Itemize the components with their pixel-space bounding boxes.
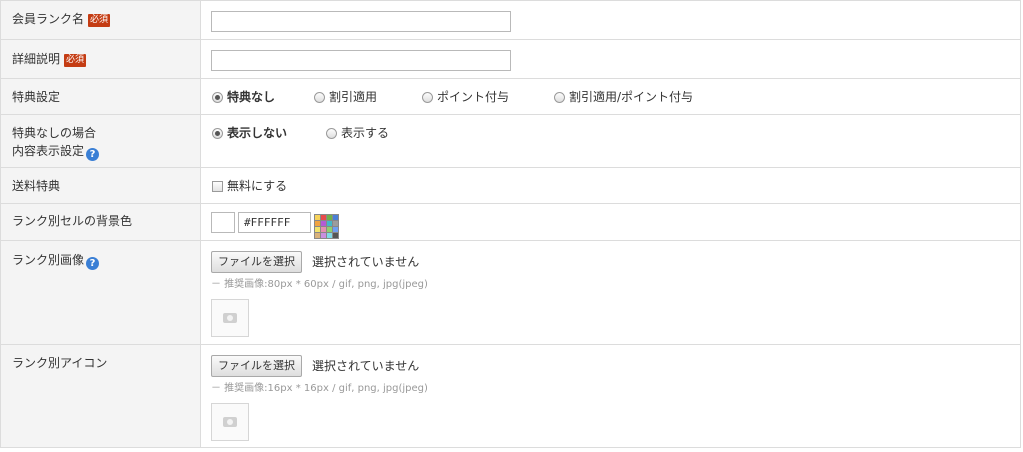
radio-button[interactable] — [314, 91, 325, 103]
choose-file-button[interactable]: ファイルを選択 — [211, 355, 302, 377]
file-status: 選択されていません — [312, 255, 420, 269]
color-palette-icon[interactable] — [314, 214, 339, 239]
rank-image-label: ランク別画像? — [12, 253, 100, 270]
benefit-option-discount-points[interactable]: 割引適用/ポイント付与 — [554, 90, 693, 104]
row-label-cell: ランク別セルの背景色 — [1, 204, 201, 240]
row-label-cell: ランク別アイコン — [1, 345, 201, 447]
radio-label: 割引適用/ポイント付与 — [569, 90, 694, 104]
row-value-cell: 特典なし 割引適用 ポイント付与 割引適用/ポイント付与 — [202, 79, 1020, 114]
palette-cell — [321, 233, 326, 238]
cell-bg-label: ランク別セルの背景色 — [12, 214, 133, 228]
palette-cell — [315, 233, 320, 238]
row-value-cell: ファイルを選択 選択されていません － 推奨画像:80px * 60px / g… — [202, 241, 1020, 344]
row-label-cell: ランク別画像? — [1, 241, 201, 344]
free-shipping-checkbox[interactable]: 無料にする — [212, 179, 287, 193]
color-hex-input[interactable]: #FFFFFF — [238, 212, 311, 233]
display-option-show[interactable]: 表示する — [326, 126, 389, 140]
row-label-cell: 特典設定 — [1, 79, 201, 114]
row-rank-image: ランク別画像? ファイルを選択 選択されていません － 推奨画像:80px * … — [1, 241, 1020, 345]
shipping-label: 送料特典 — [12, 179, 61, 193]
image-placeholder — [211, 403, 249, 441]
row-label-cell: 詳細説明 必須 — [1, 40, 201, 78]
checkbox-label: 無料にする — [227, 179, 288, 193]
row-value-cell: 無料にする — [202, 168, 1020, 203]
row-value-cell: ファイルを選択 選択されていません － 推奨画像:16px * 16px / g… — [202, 345, 1020, 447]
palette-cell — [327, 221, 332, 226]
palette-cell — [333, 221, 338, 226]
palette-cell — [327, 233, 332, 238]
palette-cell — [321, 221, 326, 226]
description-label: 詳細説明 必須 — [12, 52, 87, 67]
file-status: 選択されていません — [312, 359, 420, 373]
palette-cell — [321, 215, 326, 220]
palette-cell — [327, 227, 332, 232]
no-benefit-label-line1: 特典なしの場合 — [12, 126, 97, 140]
palette-cell — [315, 215, 320, 220]
rank-icon-label: ランク別アイコン — [12, 356, 108, 370]
image-placeholder — [211, 299, 249, 337]
palette-cell — [321, 227, 326, 232]
row-value-cell: 表示しない 表示する — [202, 115, 1020, 167]
palette-cell — [327, 215, 332, 220]
rank-name-input[interactable] — [211, 11, 511, 32]
row-label-cell: 会員ランク名 必須 — [1, 1, 201, 39]
row-cell-bg: ランク別セルの背景色 #FFFFFF — [1, 204, 1020, 241]
benefit-option-discount[interactable]: 割引適用 — [314, 90, 377, 104]
row-shipping: 送料特典 無料にする — [1, 168, 1020, 204]
rank-settings-form: 会員ランク名 必須 詳細説明 必須 特典設定 特典なし 割引適用 ポイント付与 … — [0, 0, 1021, 448]
row-rank-name: 会員ランク名 必須 — [1, 1, 1020, 40]
help-icon[interactable]: ? — [86, 257, 100, 270]
display-option-hide[interactable]: 表示しない — [212, 126, 287, 140]
palette-cell — [333, 227, 338, 232]
radio-button[interactable] — [554, 91, 565, 103]
radio-label: 表示しない — [227, 126, 288, 140]
palette-cell — [333, 215, 338, 220]
choose-file-button[interactable]: ファイルを選択 — [211, 251, 302, 273]
row-rank-icon: ランク別アイコン ファイルを選択 選択されていません － 推奨画像:16px *… — [1, 345, 1020, 447]
row-no-benefit-display: 特典なしの場合 内容表示設定? 表示しない 表示する — [1, 115, 1020, 168]
radio-label: 表示する — [341, 126, 390, 140]
row-label-cell: 特典なしの場合 内容表示設定? — [1, 115, 201, 167]
row-label-cell: 送料特典 — [1, 168, 201, 203]
no-benefit-label-line2: 内容表示設定? — [12, 144, 100, 161]
color-swatch[interactable] — [211, 212, 235, 233]
radio-label: ポイント付与 — [437, 90, 510, 104]
radio-label: 割引適用 — [329, 90, 378, 104]
help-icon[interactable]: ? — [86, 148, 100, 161]
description-input[interactable] — [211, 50, 511, 71]
radio-label: 特典なし — [227, 90, 276, 104]
required-badge: 必須 — [88, 14, 111, 27]
required-badge: 必須 — [64, 54, 87, 67]
palette-cell — [333, 233, 338, 238]
row-value-cell — [202, 1, 1020, 39]
row-description: 詳細説明 必須 — [1, 40, 1020, 79]
row-benefit: 特典設定 特典なし 割引適用 ポイント付与 割引適用/ポイント付与 — [1, 79, 1020, 115]
rank-name-label: 会員ランク名 必須 — [12, 12, 111, 27]
radio-button[interactable] — [422, 91, 433, 103]
row-value-cell — [202, 40, 1020, 78]
radio-button[interactable] — [326, 127, 337, 139]
benefit-label: 特典設定 — [12, 90, 61, 104]
recommended-image-hint: － 推奨画像:80px * 60px / gif, png, jpg(jpeg) — [211, 279, 428, 290]
row-value-cell: #FFFFFF — [202, 204, 1020, 240]
camera-icon — [223, 313, 237, 323]
radio-button[interactable] — [212, 91, 223, 103]
palette-cell — [315, 227, 320, 232]
radio-button[interactable] — [212, 127, 223, 139]
checkbox[interactable] — [212, 180, 223, 192]
recommended-image-hint: － 推奨画像:16px * 16px / gif, png, jpg(jpeg) — [211, 383, 428, 394]
benefit-option-points[interactable]: ポイント付与 — [422, 90, 509, 104]
benefit-option-none[interactable]: 特典なし — [212, 90, 275, 104]
palette-cell — [315, 221, 320, 226]
camera-icon — [223, 417, 237, 427]
